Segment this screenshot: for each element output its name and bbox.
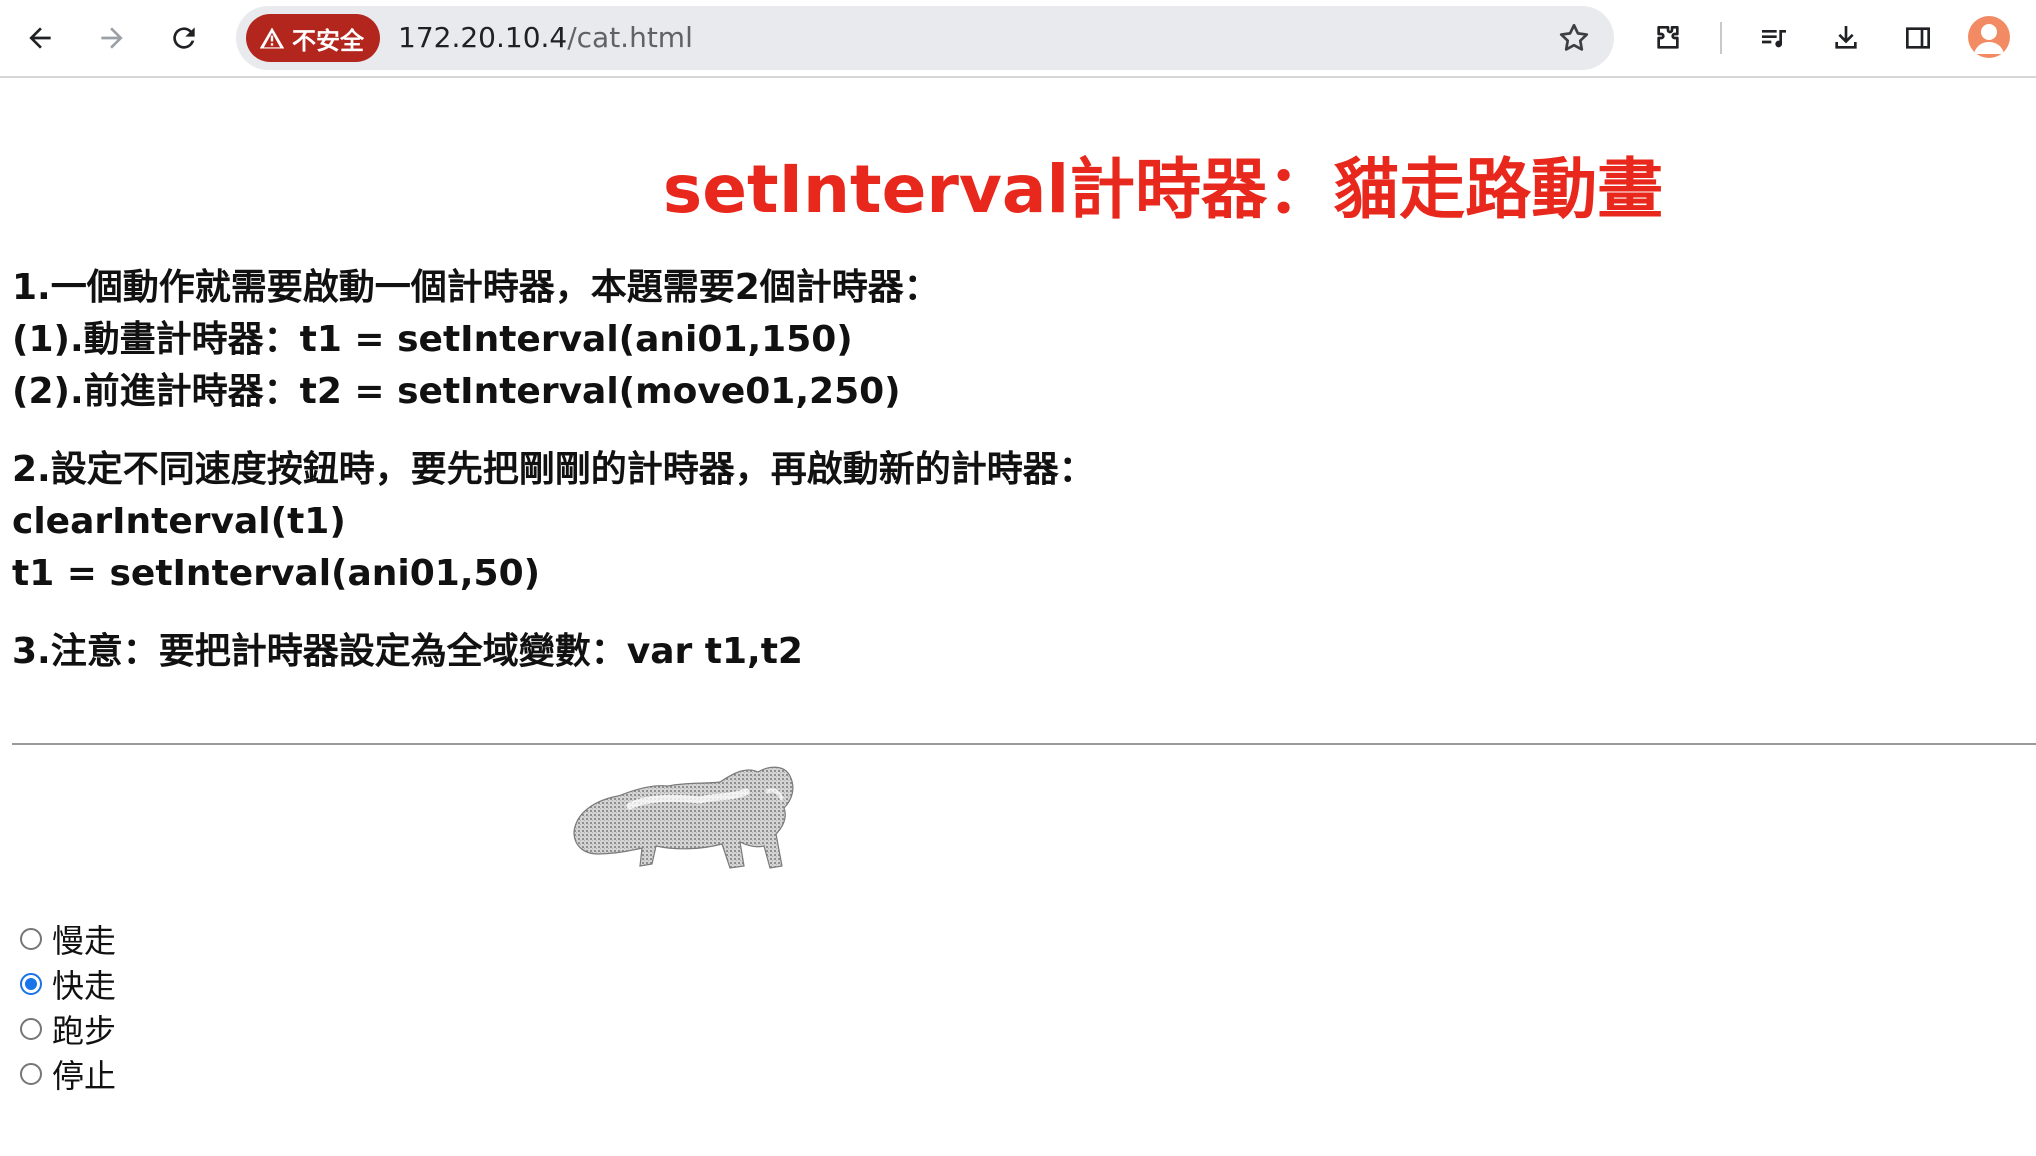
note-line: 3.注意：要把計時器設定為全域變數：var t1,t2 [12, 631, 803, 672]
radio-label: 跑步 [52, 1011, 117, 1050]
note-3: 3.注意：要把計時器設定為全域變數：var t1,t2 [12, 626, 1612, 678]
note-1: 1.一個動作就需要啟動一個計時器，本題需要2個計時器： (1).動畫計時器：t1… [12, 262, 1612, 418]
note-2: 2.設定不同速度按鈕時，要先把剛剛的計時器，再啟動新的計時器： clearInt… [12, 444, 1612, 600]
side-panel-icon[interactable] [1894, 14, 1942, 62]
walking-cat-image [573, 766, 794, 869]
download-icon[interactable] [1822, 14, 1870, 62]
radio-label: 停止 [52, 1056, 117, 1095]
note-line: (2).前進計時器：t2 = setInterval(move01,250) [12, 371, 901, 412]
not-secure-chip[interactable]: 不安全 [246, 14, 380, 62]
reload-icon[interactable] [160, 14, 208, 62]
url-path: /cat.html [567, 21, 693, 54]
radio-button[interactable] [20, 972, 42, 995]
address-bar[interactable]: 不安全 172.20.10.4/cat.html [236, 6, 1614, 70]
radio-label: 快走 [52, 966, 117, 1005]
note-line: 2.設定不同速度按鈕時，要先把剛剛的計時器，再啟動新的計時器： [12, 449, 1095, 490]
notes: 1.一個動作就需要啟動一個計時器，本題需要2個計時器： (1).動畫計時器：t1… [12, 262, 1612, 704]
radio-button[interactable] [20, 1017, 42, 1040]
note-line: clearInterval(t1) [12, 501, 346, 542]
radio-button[interactable] [20, 1062, 42, 1085]
url-host: 172.20.10.4 [398, 21, 568, 54]
radio-label: 慢走 [52, 921, 117, 960]
page-title: setInterval計時器：貓走路動畫 [662, 151, 1664, 228]
back-icon[interactable] [16, 14, 64, 62]
note-line: (1).動畫計時器：t1 = setInterval(ani01,150) [12, 319, 853, 360]
radio-option-slow-walk[interactable]: 慢走 [20, 916, 116, 961]
toolbar-separator [1720, 22, 1722, 54]
not-secure-label: 不安全 [292, 26, 364, 55]
url-text[interactable]: 172.20.10.4/cat.html [398, 6, 693, 70]
page-content: setInterval計時器：貓走路動畫 1.一個動作就需要啟動一個計時器，本題… [0, 78, 2036, 1156]
radio-button[interactable] [20, 927, 42, 950]
radio-option-fast-walk[interactable]: 快走 [20, 961, 116, 1006]
radio-option-stop[interactable]: 停止 [20, 1051, 116, 1096]
radio-option-run[interactable]: 跑步 [20, 1006, 116, 1051]
warning-icon [259, 27, 285, 49]
note-line: t1 = setInterval(ani01,50) [12, 553, 541, 594]
horizontal-rule [12, 743, 2036, 745]
bookmark-star-icon[interactable] [1556, 20, 1592, 56]
forward-icon[interactable] [88, 14, 136, 62]
extensions-icon[interactable] [1644, 14, 1692, 62]
browser-toolbar: 不安全 172.20.10.4/cat.html [0, 0, 2036, 78]
profile-avatar-icon[interactable] [1968, 16, 2010, 58]
media-controls-icon[interactable] [1750, 14, 1798, 62]
speed-options: 慢走 快走 跑步 停止 [20, 916, 116, 1096]
note-line: 1.一個動作就需要啟動一個計時器，本題需要2個計時器： [12, 267, 940, 308]
